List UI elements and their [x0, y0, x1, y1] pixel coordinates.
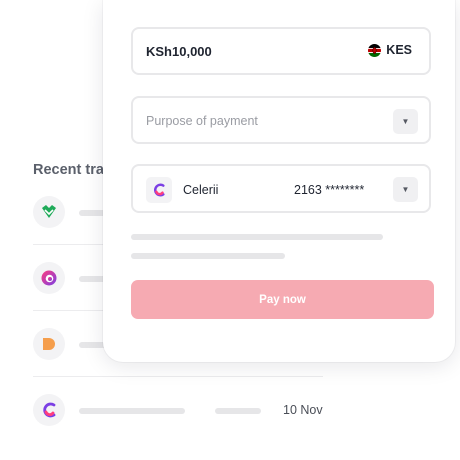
celerii-logo-icon	[33, 394, 65, 426]
kenya-flag-icon	[368, 43, 382, 57]
purpose-placeholder: Purpose of payment	[146, 114, 258, 128]
skeleton-line	[131, 234, 383, 240]
amount-value: KSh10,000	[146, 44, 212, 59]
amount-field[interactable]: KSh10,000 KES	[131, 27, 431, 75]
currency-code: KES	[386, 43, 412, 57]
celerii-logo-icon	[146, 177, 172, 203]
green-heart-logo-icon	[33, 196, 65, 228]
currency-selector[interactable]: KES	[368, 43, 412, 57]
transaction-placeholder-bar	[215, 408, 261, 414]
skeleton-line	[131, 253, 285, 259]
orange-d-logo-icon	[33, 328, 65, 360]
transaction-placeholder-bar	[79, 408, 185, 414]
transaction-date: 10 Nov	[283, 403, 323, 417]
card-number: 2163 ********	[294, 183, 365, 197]
swirl-logo-icon	[33, 262, 65, 294]
chevron-down-icon[interactable]: ▼	[393, 109, 418, 134]
purpose-dropdown[interactable]: Purpose of payment ▼	[131, 96, 431, 144]
chevron-down-icon[interactable]: ▼	[393, 177, 418, 202]
transaction-row[interactable]: 10 Nov	[33, 377, 323, 443]
payment-card: KSh10,000 KES Purpose of payment ▼ Celer…	[103, 0, 455, 362]
payment-method-dropdown[interactable]: Celerii 2163 ******** ▼	[131, 164, 431, 213]
pay-now-button[interactable]: Pay now	[131, 280, 434, 319]
payment-method-name: Celerii	[183, 183, 219, 197]
